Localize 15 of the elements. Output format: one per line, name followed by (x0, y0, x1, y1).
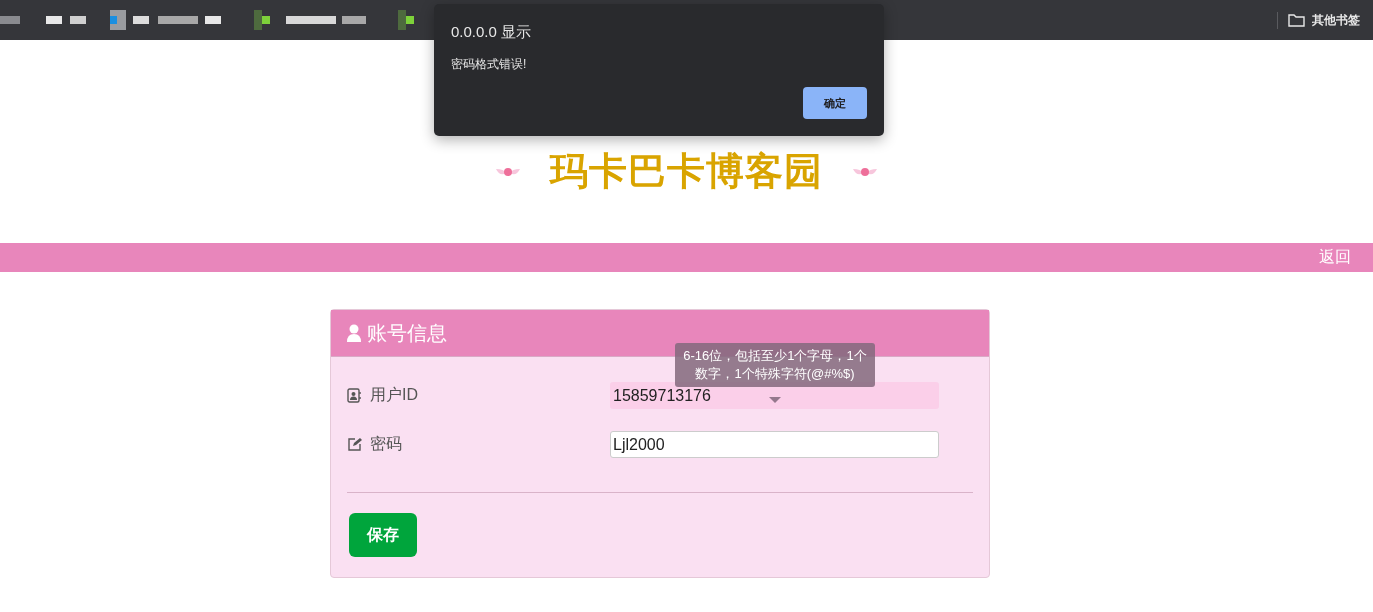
card-title: 账号信息 (367, 320, 447, 346)
tooltip-arrow-icon (769, 397, 781, 403)
dialog-message: 密码格式错误! (451, 56, 528, 73)
bookmark-folder[interactable]: 其他书签 (1312, 11, 1360, 29)
tooltip: 6-16位，包括至少1个字母，1个数字，1个特殊字符(@#%$) (675, 343, 875, 387)
field-label: 密码 (370, 434, 402, 454)
password-field[interactable]: Ljl2000 (610, 431, 939, 458)
folder-icon (1288, 13, 1305, 27)
site-title: 玛卡巴卡博客园 (550, 149, 823, 194)
field-label: 用户ID (370, 385, 418, 405)
confirm-button[interactable]: 确定 (803, 87, 867, 119)
dialog-title: 0.0.0.0 显示 (451, 23, 533, 42)
contact-card-icon (347, 388, 362, 403)
edit-icon (347, 437, 362, 452)
user-icon (347, 324, 361, 342)
